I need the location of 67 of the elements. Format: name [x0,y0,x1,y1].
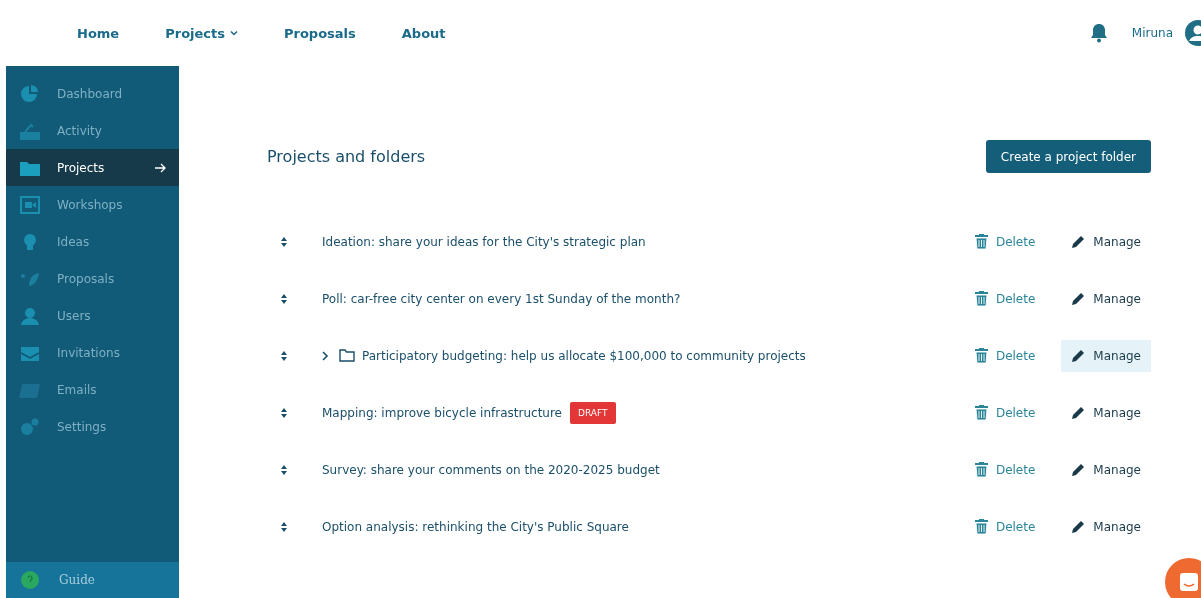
manage-button[interactable]: Manage [1061,396,1151,429]
trash-icon [974,234,988,249]
project-title[interactable]: Option analysis: rethinking the City's Public Square [322,519,629,534]
chat-icon [1179,572,1199,592]
pencil-icon [1071,291,1086,306]
pencil-icon [1071,462,1086,477]
nav-link[interactable]: Home [77,25,120,41]
delete-button[interactable]: Delete [964,339,1046,372]
caret-icon [230,30,238,36]
sidebar-item[interactable]: Emails [6,371,179,408]
arrow-right-icon [155,162,167,173]
trash-icon [974,348,988,363]
pencil-icon [1071,348,1086,363]
trash-icon [974,519,988,534]
drag-handle-icon[interactable] [281,236,287,247]
drag-handle-icon[interactable] [281,350,287,361]
manage-button[interactable]: Manage [1061,282,1151,315]
sidebar-item[interactable]: Users [6,297,179,334]
create-folder-button[interactable]: Create a project folder [985,140,1151,173]
folder-icon [339,349,355,362]
nav-link[interactable]: About [401,25,446,41]
drag-handle-icon[interactable] [281,293,287,304]
project-title[interactable]: Survey: share your comments on the 2020-2025 budget [322,462,660,477]
manage-button[interactable]: Manage [1061,339,1151,372]
sidebar-item[interactable]: Activity [6,112,179,149]
notification-bell-icon[interactable] [1089,23,1108,43]
project-title[interactable]: Poll: car-free city center on every 1st Sunday of the month? [322,291,681,306]
pie-chart-icon [19,84,41,103]
project-title[interactable]: Mapping: improve bicycle infrastructure [322,405,562,420]
drag-handle-icon[interactable] [281,464,287,475]
sidebar-item[interactable]: Ideas [6,223,179,260]
sidebar-item[interactable]: Projects [6,149,179,186]
sidebar-item[interactable]: Dashboard [6,75,179,112]
help-icon [21,571,39,589]
nav-link[interactable]: Projects [165,25,238,41]
pencil-icon [1071,234,1086,249]
manage-button[interactable]: Manage [1061,225,1151,258]
drag-handle-icon[interactable] [281,521,287,532]
pencil-icon [1071,405,1086,420]
draft-badge: DRAFT [570,401,616,424]
project-title[interactable]: Ideation: share your ideas for the City's strategic plan [322,234,646,249]
pencil-icon [1071,519,1086,534]
guide-link[interactable]: Guide [6,562,179,598]
user-name[interactable]: Miruna [1131,26,1173,40]
user-icon [19,306,41,325]
page-title: Projects and folders [267,147,426,166]
drag-handle-icon[interactable] [281,407,287,418]
sidebar-item[interactable]: Invitations [6,334,179,371]
manage-button[interactable]: Manage [1061,453,1151,486]
nav-link[interactable]: Proposals [284,25,356,41]
delete-button[interactable]: Delete [964,453,1046,486]
manage-button[interactable]: Manage [1061,510,1151,543]
delete-button[interactable]: Delete [964,396,1046,429]
delete-button[interactable]: Delete [964,225,1046,258]
project-title[interactable]: Participatory budgeting: help us allocate $100,000 to community projects [362,348,806,363]
trash-icon [974,405,988,420]
sidebar-item[interactable]: Settings [6,408,179,445]
avatar-icon[interactable] [1185,20,1201,46]
trash-icon [974,462,988,477]
sidebar-item[interactable]: Workshops [6,186,179,223]
trash-icon [974,291,988,306]
video-icon [19,195,41,214]
inbox-icon [19,121,41,140]
expand-chevron-icon[interactable] [322,350,329,361]
delete-button[interactable]: Delete [964,282,1046,315]
delete-button[interactable]: Delete [964,510,1046,543]
sidebar-item[interactable]: Proposals [6,260,179,297]
